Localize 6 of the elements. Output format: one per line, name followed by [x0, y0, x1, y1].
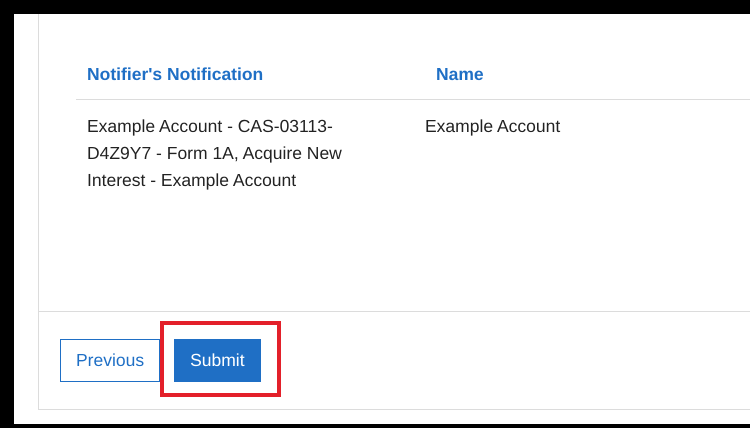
column-header: Notifier's Notification: [86, 63, 264, 86]
column-header: Name: [435, 63, 484, 86]
table-cell-text: Example Account - CAS-03113-D4Z9Y7 - Form 1A, Acquire New Interest - Example Account: [86, 115, 343, 192]
submit-button[interactable]: Submit: [174, 339, 261, 382]
table-cell-text: Example Account: [424, 115, 560, 138]
previous-button[interactable]: Previous: [60, 339, 160, 382]
